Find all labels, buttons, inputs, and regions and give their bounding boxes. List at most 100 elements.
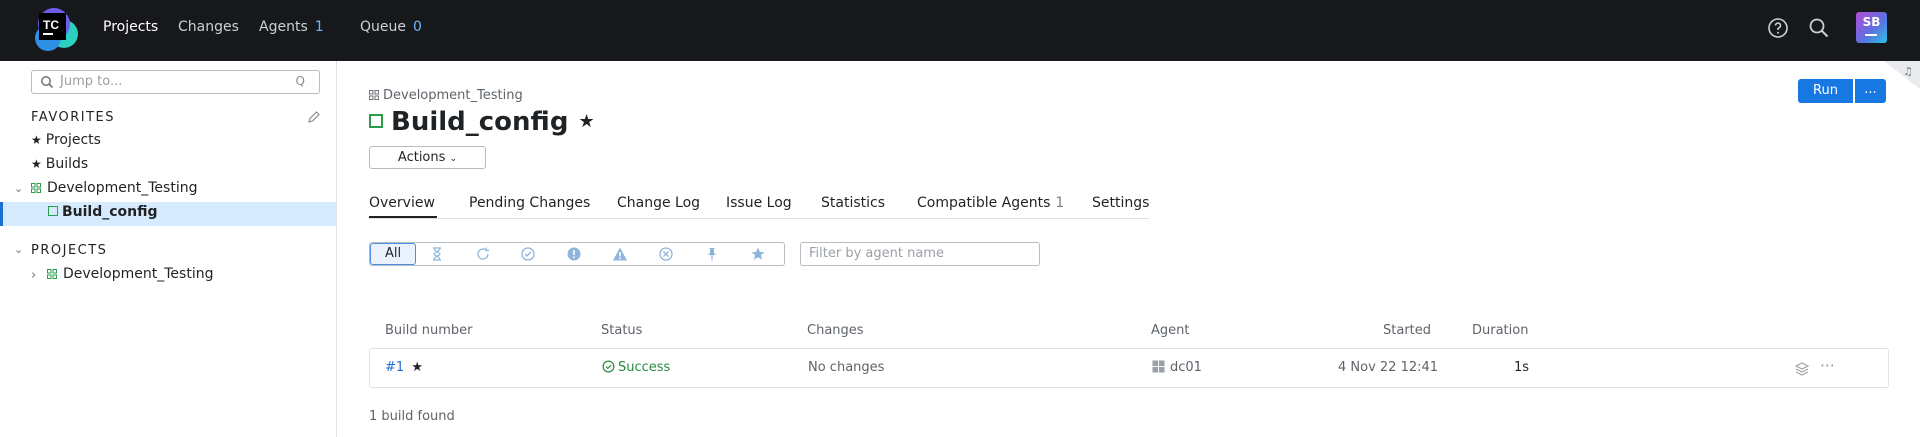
- favorite-projects[interactable]: ★ Projects: [31, 132, 101, 148]
- top-navigation-bar: TC Projects Changes Agents 1 Queue 0 SB: [0, 0, 1920, 61]
- avatar-underline: [1865, 34, 1877, 36]
- tab-settings[interactable]: Settings: [1092, 195, 1149, 211]
- column-header-status: Status: [601, 323, 643, 338]
- agent-cell[interactable]: dc01: [1152, 360, 1202, 375]
- tab-overview-label: Overview: [369, 195, 435, 211]
- chevron-right-icon[interactable]: ›: [31, 268, 36, 283]
- page-title: Build_config ★: [369, 107, 595, 137]
- project-development-testing[interactable]: Development_Testing: [47, 266, 213, 282]
- nav-agents-label: Agents: [259, 19, 308, 35]
- project-icon: [47, 269, 57, 279]
- breadcrumb-label: Development_Testing: [383, 88, 523, 103]
- tab-change-log[interactable]: Change Log: [617, 195, 700, 211]
- run-options-button[interactable]: ...: [1855, 79, 1886, 103]
- tab-compatible-agents-label: Compatible Agents: [917, 195, 1051, 211]
- nav-agents[interactable]: Agents 1: [259, 19, 324, 35]
- search-icon: [41, 76, 54, 89]
- tab-settings-label: Settings: [1092, 195, 1150, 211]
- tab-issue-log-label: Issue Log: [726, 195, 792, 211]
- search-icon[interactable]: [1807, 16, 1831, 40]
- cancelled-icon[interactable]: [658, 246, 674, 262]
- agent-name: dc01: [1170, 360, 1202, 375]
- column-header-duration: Duration: [1472, 323, 1529, 338]
- project-icon: [31, 183, 41, 193]
- row-menu-icon[interactable]: ⋯: [1820, 356, 1836, 374]
- column-header-build-number: Build number: [385, 323, 473, 338]
- column-header-changes: Changes: [807, 323, 864, 338]
- logo-text: TC: [43, 18, 59, 32]
- status-cell[interactable]: Success: [602, 360, 670, 375]
- build-number-cell: #1 ★: [385, 360, 423, 375]
- error-icon[interactable]: [566, 246, 582, 262]
- jump-to-search[interactable]: Jump to... Q: [31, 70, 320, 94]
- tab-overview[interactable]: Overview: [369, 195, 435, 211]
- favorite-projects-label: Projects: [45, 132, 101, 148]
- star-icon: ★: [31, 133, 42, 147]
- actions-button[interactable]: Actions ⌄: [369, 146, 486, 169]
- favorite-build-config-label: Build_config: [62, 204, 158, 220]
- success-icon: [602, 360, 615, 373]
- star-icon[interactable]: ★: [578, 111, 594, 132]
- build-number-link[interactable]: #1: [385, 360, 404, 375]
- agent-filter-input[interactable]: Filter by agent name: [800, 242, 1040, 266]
- nav-agents-count: 1: [314, 19, 324, 35]
- favorite-development-testing-label: Development_Testing: [47, 180, 198, 196]
- avatar-initials: SB: [1862, 15, 1881, 29]
- tab-change-log-label: Change Log: [617, 195, 701, 211]
- chevron-down-icon: ⌄: [449, 154, 458, 164]
- svg-text:♫: ♫: [1903, 65, 1913, 78]
- hourglass-icon[interactable]: [429, 246, 445, 262]
- status-filter-group: All: [369, 242, 785, 266]
- favorites-heading: FAVORITES: [31, 110, 116, 125]
- tab-compatible-agents-count: 1: [1055, 195, 1065, 211]
- tab-pending-changes[interactable]: Pending Changes: [469, 195, 590, 211]
- favorite-builds[interactable]: ★ Builds: [31, 156, 88, 172]
- star-icon: ★: [31, 157, 42, 171]
- tab-compatible-agents[interactable]: Compatible Agents 1: [917, 195, 1064, 211]
- nav-queue[interactable]: Queue 0: [360, 19, 422, 35]
- changes-cell: No changes: [808, 360, 885, 375]
- search-placeholder: Jump to...: [60, 74, 123, 89]
- layers-icon[interactable]: [1794, 361, 1810, 377]
- table-row[interactable]: #1 ★ Success No changes dc01 4 Nov 22 12…: [369, 348, 1889, 388]
- nav-projects[interactable]: Projects: [103, 19, 158, 35]
- success-icon[interactable]: [520, 246, 536, 262]
- project-icon: [369, 90, 379, 100]
- star-icon[interactable]: [750, 246, 766, 262]
- warning-icon[interactable]: [612, 246, 628, 262]
- nav-queue-label: Queue: [360, 19, 406, 35]
- agent-filter-placeholder: Filter by agent name: [809, 246, 944, 261]
- help-icon[interactable]: [1766, 16, 1790, 40]
- duration-cell: 1s: [1514, 360, 1530, 375]
- build-config-icon: [48, 206, 58, 216]
- page-title-text: Build_config: [391, 107, 569, 137]
- chevron-down-icon[interactable]: ⌄: [14, 182, 23, 195]
- nav-changes[interactable]: Changes: [178, 19, 239, 35]
- edit-pencil-icon[interactable]: [307, 110, 321, 124]
- tab-issue-log[interactable]: Issue Log: [726, 195, 792, 211]
- star-icon[interactable]: ★: [411, 360, 423, 375]
- breadcrumb[interactable]: Development_Testing: [369, 88, 523, 103]
- sidebar: Jump to... Q FAVORITES ★ Projects ★ Builds…: [0, 61, 337, 437]
- nav-projects-label: Projects: [103, 19, 159, 35]
- run-button[interactable]: Run: [1798, 79, 1853, 103]
- build-config-icon: [369, 114, 383, 128]
- started-cell: 4 Nov 22 12:41: [1338, 360, 1439, 375]
- favorite-builds-label: Builds: [45, 156, 89, 172]
- corner-tab-icon[interactable]: ♫: [1884, 61, 1920, 89]
- column-header-agent: Agent: [1151, 323, 1190, 338]
- tab-statistics-label: Statistics: [821, 195, 885, 211]
- user-avatar[interactable]: SB: [1856, 12, 1887, 43]
- filter-all-button[interactable]: All: [370, 243, 416, 265]
- favorite-development-testing[interactable]: Development_Testing: [31, 180, 197, 196]
- windows-icon: [1152, 360, 1165, 373]
- favorite-build-config[interactable]: Build_config: [48, 204, 158, 220]
- tab-statistics[interactable]: Statistics: [821, 195, 885, 211]
- project-development-testing-label: Development_Testing: [63, 266, 214, 282]
- tab-pending-changes-label: Pending Changes: [469, 195, 591, 211]
- running-icon[interactable]: [475, 246, 491, 262]
- active-tab-indicator: [369, 216, 437, 218]
- chevron-down-icon[interactable]: ⌄: [14, 243, 23, 256]
- teamcity-logo[interactable]: TC: [30, 4, 82, 56]
- pin-icon[interactable]: [704, 246, 720, 262]
